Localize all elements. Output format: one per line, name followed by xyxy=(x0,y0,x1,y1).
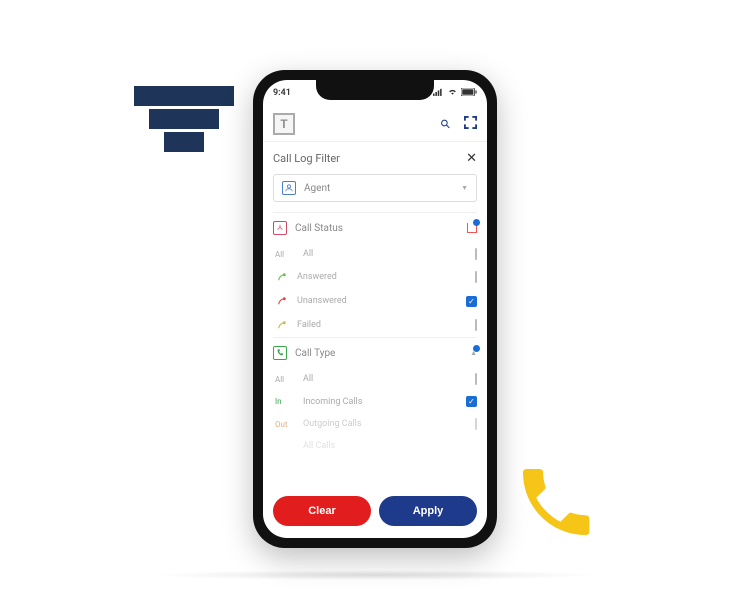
signal-icon xyxy=(433,88,444,99)
phone-handset-decoration xyxy=(512,458,600,550)
call-status-label: Call Status xyxy=(295,223,343,234)
checkbox[interactable]: ✓ xyxy=(466,396,477,407)
app-bar: T ⚲ xyxy=(263,106,487,142)
badge-dot xyxy=(473,219,480,226)
search-icon[interactable]: ⚲ xyxy=(438,115,454,131)
option-label: All Calls xyxy=(303,441,335,451)
phone-frame: 9:41 T ⚲ xyxy=(253,70,497,548)
call-type-indicator: ▲ xyxy=(470,349,477,357)
phone-shadow xyxy=(150,570,600,580)
panel-header: Call Log Filter ✕ xyxy=(263,142,487,174)
option-label: Incoming Calls xyxy=(303,397,362,407)
agent-select[interactable]: Agent ▼ xyxy=(273,174,477,202)
option-tag: All xyxy=(275,250,293,259)
clear-button[interactable]: Clear xyxy=(273,496,371,526)
status-option-answered[interactable]: Answered xyxy=(273,265,477,289)
type-option-incoming[interactable]: In Incoming Calls ✓ xyxy=(273,390,477,413)
option-label: All xyxy=(303,249,313,259)
option-label: All xyxy=(303,374,313,384)
failed-icon xyxy=(275,319,287,331)
type-option-all-calls-hidden: All Calls xyxy=(273,435,477,457)
checkbox[interactable] xyxy=(475,249,477,259)
call-status-icon xyxy=(273,221,287,235)
filter-body: Agent ▼ Call Status All All xyxy=(263,174,487,457)
checkbox[interactable] xyxy=(475,374,477,384)
type-option-outgoing[interactable]: Out Outgoing Calls xyxy=(273,413,477,435)
apply-button[interactable]: Apply xyxy=(379,496,477,526)
option-label: Outgoing Calls xyxy=(303,419,362,429)
status-option-all[interactable]: All All xyxy=(273,243,477,265)
type-option-all[interactable]: All All xyxy=(273,368,477,390)
close-icon[interactable]: ✕ xyxy=(466,151,477,166)
funnel-decoration xyxy=(134,86,234,152)
option-label: Unanswered xyxy=(297,296,347,306)
logo[interactable]: T xyxy=(273,113,295,135)
chevron-down-icon: ▼ xyxy=(461,184,468,192)
call-status-indicator xyxy=(467,223,477,233)
phone-notch xyxy=(316,80,434,100)
action-buttons: Clear Apply xyxy=(273,496,477,526)
badge-dot xyxy=(473,345,480,352)
agent-label: Agent xyxy=(304,183,330,194)
status-option-unanswered[interactable]: Unanswered ✓ xyxy=(273,289,477,313)
option-label: Answered xyxy=(297,272,337,282)
option-tag: In xyxy=(275,397,293,406)
phone-screen: 9:41 T ⚲ xyxy=(263,80,487,538)
option-tag: Out xyxy=(275,420,293,429)
wifi-icon xyxy=(447,88,458,99)
unanswered-icon xyxy=(275,295,287,307)
fullscreen-icon[interactable] xyxy=(464,114,477,133)
checkbox[interactable]: ✓ xyxy=(466,296,477,307)
call-type-label: Call Type xyxy=(295,348,335,359)
battery-icon xyxy=(461,88,477,99)
call-type-group[interactable]: Call Type ▲ xyxy=(273,337,477,368)
panel-title: Call Log Filter xyxy=(273,152,340,165)
checkbox[interactable] xyxy=(475,320,477,330)
agent-icon xyxy=(282,181,296,195)
option-tag: All xyxy=(275,375,293,384)
status-option-failed[interactable]: Failed xyxy=(273,313,477,337)
logo-letter: T xyxy=(280,117,287,131)
call-status-group[interactable]: Call Status xyxy=(273,212,477,243)
checkbox[interactable] xyxy=(475,272,477,282)
answered-icon xyxy=(275,271,287,283)
checkbox[interactable] xyxy=(475,419,477,429)
option-label: Failed xyxy=(297,320,321,330)
call-type-icon xyxy=(273,346,287,360)
status-time: 9:41 xyxy=(273,88,291,98)
